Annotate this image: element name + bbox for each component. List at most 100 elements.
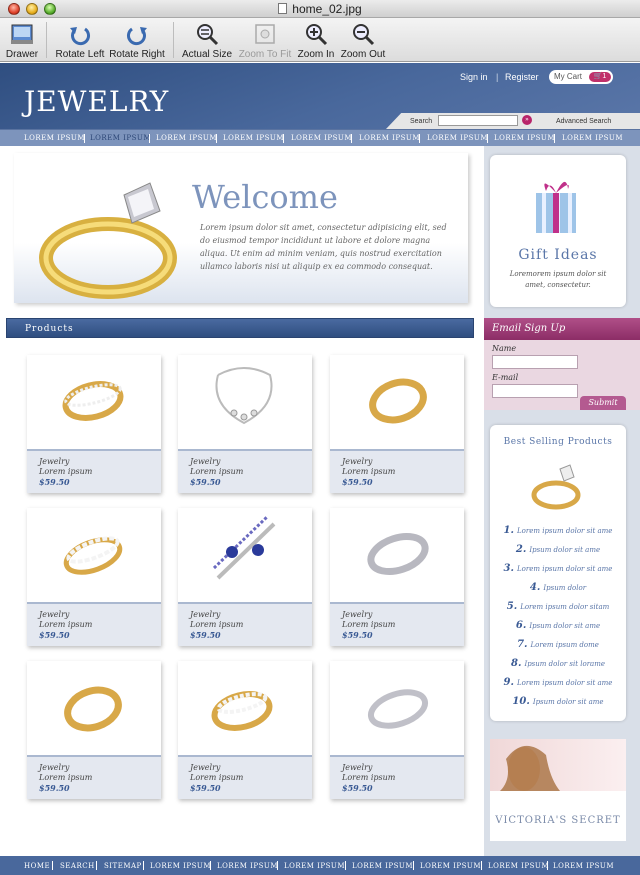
- nav-item[interactable]: LOREM IPSUM: [223, 134, 284, 142]
- footer-divider: [277, 861, 278, 870]
- product-name: Lorem ipsum: [190, 467, 244, 476]
- zoom-in-icon: [306, 24, 328, 46]
- footer-link[interactable]: LOREM IPSUM: [488, 862, 549, 870]
- footer-link[interactable]: LOREM IPSUM: [420, 862, 481, 870]
- gold-ring-image: [369, 378, 427, 424]
- drawer-button[interactable]: Drawer: [4, 21, 40, 60]
- product-price: $59.50: [342, 783, 373, 793]
- best-seller-item[interactable]: 5. Lorem ipsum dolor sitam: [490, 601, 626, 612]
- product-info: Jewelry Lorem ipsum $59.50: [27, 602, 161, 646]
- footer-link-sitemap[interactable]: SITEMAP: [104, 862, 142, 870]
- product-price: $59.50: [39, 630, 70, 640]
- footer-link[interactable]: LOREM IPSUM: [553, 862, 614, 870]
- necklace-image: [215, 367, 273, 425]
- search-go-button[interactable]: »: [522, 115, 532, 125]
- product-card[interactable]: Jewelry Lorem ipsum $59.50: [330, 355, 464, 493]
- product-card[interactable]: Jewelry Lorem ipsum $59.50: [330, 661, 464, 799]
- zoom-in-label: Zoom In: [297, 49, 335, 60]
- best-seller-number: 5.: [506, 601, 518, 612]
- footer-link-home[interactable]: HOME: [24, 862, 50, 870]
- gift-ideas-title: Gift Ideas: [518, 247, 598, 263]
- rotate-right-button[interactable]: Rotate Right: [109, 21, 165, 60]
- footer-divider: [547, 861, 548, 870]
- product-info: Jewelry Lorem ipsum $59.50: [178, 755, 312, 799]
- footer-divider: [52, 861, 53, 870]
- cart-label: My Cart: [554, 72, 582, 81]
- footer-divider: [481, 861, 482, 870]
- product-card[interactable]: Jewelry Lorem ipsum $59.50: [27, 355, 161, 493]
- product-category: Jewelry: [342, 610, 373, 619]
- email-input[interactable]: [492, 384, 578, 398]
- footer-link[interactable]: LOREM IPSUM: [352, 862, 413, 870]
- cart-button[interactable]: My Cart 🛒1: [549, 70, 613, 84]
- product-name: Lorem ipsum: [342, 620, 396, 629]
- zoom-in-button[interactable]: Zoom In: [296, 21, 336, 60]
- zoom-to-fit-button[interactable]: Zoom To Fit: [237, 21, 293, 60]
- best-seller-number: 7.: [517, 639, 528, 650]
- nav-item[interactable]: LOREM IPSUM: [359, 134, 420, 142]
- product-card[interactable]: Jewelry Lorem ipsum $59.50: [27, 508, 161, 646]
- nav-item[interactable]: LOREM IPSUM: [291, 134, 352, 142]
- nav-item[interactable]: LOREM IPSUM: [90, 134, 151, 142]
- product-card[interactable]: Jewelry Lorem ipsum $59.50: [330, 508, 464, 646]
- footer-link-search[interactable]: SEARCH: [60, 862, 95, 870]
- product-card[interactable]: Jewelry Lorem ipsum $59.50: [178, 661, 312, 799]
- product-card[interactable]: Jewelry Lorem ipsum $59.50: [178, 355, 312, 493]
- best-seller-item[interactable]: 1. Lorem ipsum dolor sit ame: [490, 525, 626, 536]
- nav-item[interactable]: LOREM IPSUM: [24, 134, 85, 142]
- name-input[interactable]: [492, 355, 578, 369]
- nav-item[interactable]: LOREM IPSUM: [494, 134, 555, 142]
- product-price: $59.50: [342, 630, 373, 640]
- best-seller-item[interactable]: 2. Ipsum dolor sit ame: [490, 544, 626, 555]
- best-seller-item[interactable]: 4. Ipsum dolor: [490, 582, 626, 593]
- best-seller-text: Lorem ipsum dolor sitam: [520, 603, 610, 611]
- best-seller-item[interactable]: 7. Lorem ipsum dome: [490, 639, 626, 650]
- best-seller-item[interactable]: 9. Lorem ipsum dolor sit ame: [490, 677, 626, 688]
- best-seller-number: 2.: [515, 544, 527, 555]
- product-price: $59.50: [39, 783, 70, 793]
- rotate-left-button[interactable]: Rotate Left: [55, 21, 105, 60]
- solitaire-ring-image: [531, 464, 581, 510]
- product-card[interactable]: Jewelry Lorem ipsum $59.50: [178, 508, 312, 646]
- product-card[interactable]: Jewelry Lorem ipsum $59.50: [27, 661, 161, 799]
- diamond-band-ring-image: [62, 381, 124, 421]
- product-price: $59.50: [190, 630, 221, 640]
- zoom-out-icon: [353, 24, 375, 46]
- site-header: JEWELRY Sign in | Register My Cart 🛒1 Se…: [0, 63, 640, 129]
- silver-ring-image: [367, 532, 429, 576]
- best-seller-item[interactable]: 3. Lorem ipsum dolor sit ame: [490, 563, 626, 574]
- best-seller-text: Ipsum dolor sit lorame: [524, 660, 605, 668]
- name-label: Name: [492, 344, 517, 353]
- advanced-search-link[interactable]: Advanced Search: [556, 118, 611, 125]
- zoom-out-button[interactable]: Zoom Out: [340, 21, 386, 60]
- drawer-label: Drawer: [5, 49, 39, 60]
- rotate-right-label: Rotate Right: [109, 49, 165, 60]
- nav-item[interactable]: LOREM IPSUM: [562, 134, 623, 142]
- email-label: E-mail: [492, 373, 519, 382]
- site-logo[interactable]: JEWELRY: [24, 85, 169, 118]
- zoom-out-label: Zoom Out: [340, 49, 386, 60]
- best-seller-item[interactable]: 10. Ipsum dolor sit ame: [490, 696, 626, 707]
- footer-divider: [143, 861, 144, 870]
- footer-link[interactable]: LOREM IPSUM: [217, 862, 278, 870]
- best-seller-text: Ipsum dolor sit ame: [532, 698, 604, 706]
- search-input[interactable]: [438, 115, 518, 126]
- product-name: Lorem ipsum: [190, 773, 244, 782]
- register-link[interactable]: Register: [505, 72, 539, 82]
- footer-link[interactable]: LOREM IPSUM: [284, 862, 345, 870]
- best-seller-item[interactable]: 8. Ipsum dolor sit lorame: [490, 658, 626, 669]
- best-seller-number: 4.: [529, 582, 541, 593]
- submit-button[interactable]: Submit: [580, 396, 626, 410]
- nav-divider: [84, 134, 85, 143]
- sign-in-link[interactable]: Sign in: [460, 72, 488, 82]
- victorias-secret-ad[interactable]: VICTORIA'S SECRET: [490, 739, 626, 841]
- product-name: Lorem ipsum: [342, 773, 396, 782]
- actual-size-button[interactable]: Actual Size: [181, 21, 233, 60]
- footer-link[interactable]: LOREM IPSUM: [150, 862, 211, 870]
- best-seller-item[interactable]: 6. Ipsum dolor sit ame: [490, 620, 626, 631]
- gift-ideas-box[interactable]: Gift Ideas Loremorem ipsum dolor sit ame…: [490, 155, 626, 307]
- nav-item[interactable]: LOREM IPSUM: [156, 134, 217, 142]
- model-photo: [490, 739, 626, 791]
- nav-item[interactable]: LOREM IPSUM: [427, 134, 488, 142]
- document-icon: [278, 3, 288, 14]
